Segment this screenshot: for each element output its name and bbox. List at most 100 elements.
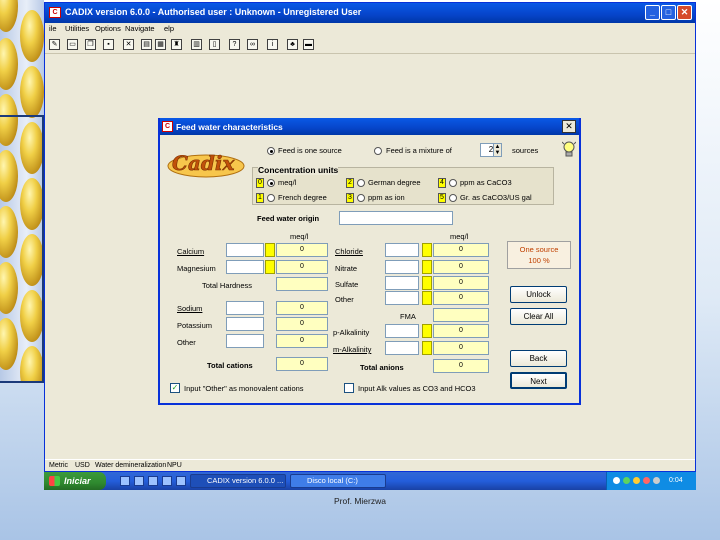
radio-unit-ppm-ion[interactable]: [357, 194, 365, 202]
chloride-input[interactable]: [385, 243, 419, 257]
minimize-button[interactable]: _: [645, 5, 660, 20]
sulfate-marker: [422, 276, 432, 290]
cation-label-potassium: Potassium: [177, 321, 213, 330]
dialog-icon: C: [162, 121, 173, 132]
unit-3-number: 3: [346, 193, 354, 203]
total-hardness-value: [276, 277, 328, 291]
calcium-meq: 0: [276, 243, 328, 257]
quicklaunch-explorer-icon[interactable]: [134, 476, 144, 486]
radio-unit-ppm-caco3[interactable]: [449, 179, 457, 187]
toolbar: ✎ ▭ ❐ ▪ ✕ ▤ ▦ ♜ ▥ ▯ ? ∞ i ♣ ▬: [45, 36, 695, 54]
calcium-input[interactable]: [226, 243, 264, 257]
checkbox-other-monovalent[interactable]: ✓: [170, 383, 180, 393]
tray-security-icon[interactable]: [623, 477, 630, 484]
quicklaunch-ie-icon[interactable]: [120, 476, 130, 486]
unit-0-number: 0: [256, 178, 264, 188]
edit-icon[interactable]: ✎: [49, 39, 60, 50]
image-icon[interactable]: ▦: [155, 39, 166, 50]
book-icon[interactable]: ▯: [209, 39, 220, 50]
system-tray: 0:04: [606, 472, 696, 490]
label-unit-ppm-ion: ppm as ion: [368, 193, 405, 202]
p-alkalinity-meq: 0: [433, 324, 489, 338]
tray-volume-icon[interactable]: [653, 477, 660, 484]
origin-input[interactable]: [339, 211, 453, 225]
radio-unit-german[interactable]: [357, 179, 365, 187]
menu-file[interactable]: ile: [49, 24, 57, 33]
sulfate-input[interactable]: [385, 276, 419, 290]
total-anions-label: Total anions: [360, 363, 404, 372]
potassium-meq: 0: [276, 317, 328, 331]
unit-5-number: 5: [438, 193, 446, 203]
clear-all-button[interactable]: Clear All: [510, 308, 567, 325]
dialog-title-bar[interactable]: C Feed water characteristics ✕: [160, 118, 579, 135]
tank-icon[interactable]: ♜: [171, 39, 182, 50]
plant-icon[interactable]: ♣: [287, 39, 298, 50]
total-hardness-label: Total Hardness: [202, 281, 253, 290]
save-icon[interactable]: ▪: [103, 39, 114, 50]
menu-help[interactable]: elp: [164, 24, 174, 33]
m-alkalinity-input[interactable]: [385, 341, 419, 355]
truck-icon[interactable]: ▬: [303, 39, 314, 50]
radio-one-source[interactable]: [267, 147, 275, 155]
table-icon[interactable]: ▥: [191, 39, 202, 50]
label-alk-co3: Input Alk values as CO3 and HCO3: [358, 384, 476, 393]
sulfate-meq: 0: [433, 276, 489, 290]
status-metric: Metric: [49, 462, 69, 469]
open-icon[interactable]: ▭: [67, 39, 78, 50]
label-other-monovalent: Input "Other" as monovalent cations: [184, 384, 304, 393]
unlock-button[interactable]: Unlock: [510, 286, 567, 303]
nitrate-input[interactable]: [385, 260, 419, 274]
back-button[interactable]: Back: [510, 350, 567, 367]
quicklaunch-media-icon[interactable]: [148, 476, 158, 486]
tray-alert-icon[interactable]: [633, 477, 640, 484]
radio-unit-gr-caco3[interactable]: [449, 194, 457, 202]
p-alkalinity-input[interactable]: [385, 324, 419, 338]
copy-icon[interactable]: ❐: [85, 39, 96, 50]
other-cation-input[interactable]: [226, 334, 264, 348]
sodium-input[interactable]: [226, 301, 264, 315]
anion-label-other: Other: [335, 295, 354, 304]
magnesium-meq: 0: [276, 260, 328, 274]
close-button[interactable]: ✕: [677, 5, 692, 20]
maximize-button[interactable]: □: [661, 5, 676, 20]
p-alkalinity-label: p-Alkalinity: [333, 328, 370, 337]
nitrate-marker: [422, 260, 432, 274]
other-anion-input[interactable]: [385, 291, 419, 305]
nitrate-meq: 0: [433, 260, 489, 274]
magnesium-input[interactable]: [226, 260, 264, 274]
chart-icon[interactable]: ▤: [141, 39, 152, 50]
taskbar-item-cadix[interactable]: CADIX version 6.0.0 ...: [190, 474, 286, 488]
help-icon[interactable]: ?: [229, 39, 240, 50]
title-bar[interactable]: C CADIX version 6.0.0 - Authorised user …: [45, 3, 695, 23]
p-alkalinity-marker: [422, 324, 432, 338]
clock[interactable]: 0:04: [669, 477, 683, 484]
potassium-input[interactable]: [226, 317, 264, 331]
radio-unit-meq[interactable]: [267, 179, 275, 187]
slide-footer: Prof. Mierzwa: [334, 496, 386, 506]
tray-network-icon[interactable]: [613, 477, 620, 484]
taskbar-item-disk[interactable]: Disco local (C:): [290, 474, 386, 488]
tray-antivirus-icon[interactable]: [643, 477, 650, 484]
checkbox-alk-co3[interactable]: [344, 383, 354, 393]
glasses-icon[interactable]: ∞: [247, 39, 258, 50]
next-button[interactable]: Next: [510, 372, 567, 389]
menu-bar: ile Utilities Options Navigate elp: [45, 23, 695, 35]
menu-navigate[interactable]: Navigate: [125, 24, 155, 33]
dialog-title: Feed water characteristics: [176, 122, 283, 132]
quicklaunch-desktop-icon[interactable]: [162, 476, 172, 486]
lightbulb-icon[interactable]: [561, 140, 577, 160]
menu-utilities[interactable]: Utilities: [65, 24, 89, 33]
label-sources: sources: [512, 146, 539, 155]
radio-mixture[interactable]: [374, 147, 382, 155]
quicklaunch-app-icon[interactable]: [176, 476, 186, 486]
radio-unit-french[interactable]: [267, 194, 275, 202]
info-icon[interactable]: i: [267, 39, 278, 50]
menu-options[interactable]: Options: [95, 24, 121, 33]
status-usd: USD: [75, 462, 90, 469]
label-unit-french: French degree: [278, 193, 327, 202]
source-count-spinner[interactable]: ▲ ▼: [493, 143, 502, 157]
dialog-close-button[interactable]: ✕: [562, 120, 576, 133]
delete-icon[interactable]: ✕: [123, 39, 134, 50]
anions-unit-header: meq/l: [450, 232, 469, 241]
window-title: CADIX version 6.0.0 - Authorised user : …: [65, 7, 362, 17]
